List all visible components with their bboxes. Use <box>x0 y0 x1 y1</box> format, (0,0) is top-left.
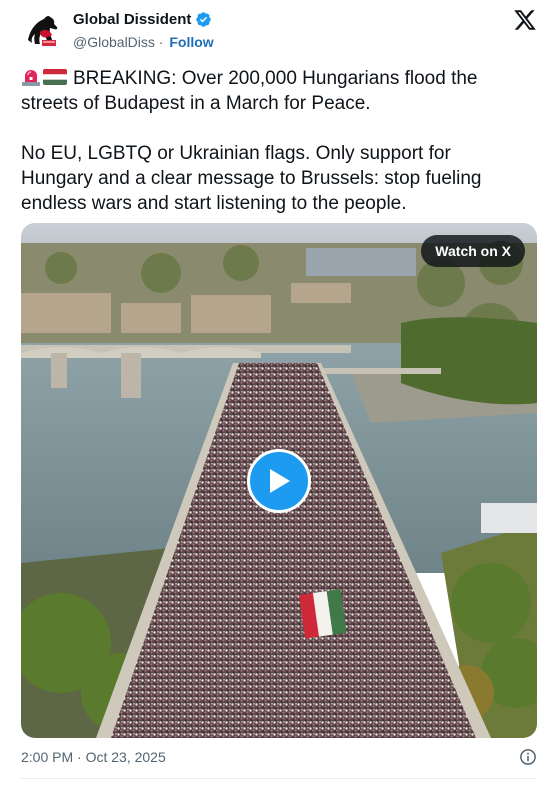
tweet-card: Global Dissident @GlobalDiss · Follow BR… <box>0 0 559 788</box>
footer-divider <box>21 778 537 779</box>
tweet-date: Oct 23, 2025 <box>85 749 166 765</box>
avatar[interactable] <box>22 10 64 52</box>
play-icon <box>270 469 290 493</box>
tweet-timestamp[interactable]: 2:00 PM · Oct 23, 2025 <box>21 749 166 765</box>
author-display-name[interactable]: Global Dissident <box>73 11 191 28</box>
author-name-row[interactable]: Global Dissident <box>73 11 212 28</box>
play-button[interactable] <box>247 449 311 513</box>
tweet-paragraph-1-text: BREAKING: Over 200,000 Hungarians flood … <box>21 68 478 114</box>
follow-button[interactable]: Follow <box>169 34 213 50</box>
x-logo-icon[interactable] <box>513 8 537 32</box>
info-icon[interactable] <box>519 748 537 766</box>
watch-on-x-button[interactable]: Watch on X <box>421 235 525 267</box>
horse-avatar-icon <box>22 10 64 52</box>
tweet-text: BREAKING: Over 200,000 Hungarians flood … <box>21 66 521 216</box>
tweet-time: 2:00 PM <box>21 749 74 765</box>
tweet-paragraph-2: No EU, LGBTQ or Ukrainian flags. Only su… <box>21 143 482 214</box>
hungary-flag-icon <box>43 69 67 85</box>
author-handle[interactable]: @GlobalDiss <box>73 34 155 50</box>
siren-icon <box>22 70 40 86</box>
author-handle-row: @GlobalDiss · Follow <box>73 34 214 50</box>
tweet-paragraph-1: BREAKING: Over 200,000 Hungarians flood … <box>21 66 521 116</box>
timestamp-separator: · <box>77 749 82 765</box>
handle-separator: · <box>158 34 164 50</box>
verified-badge-icon <box>196 12 212 27</box>
video-player[interactable]: Watch on X <box>21 223 537 738</box>
